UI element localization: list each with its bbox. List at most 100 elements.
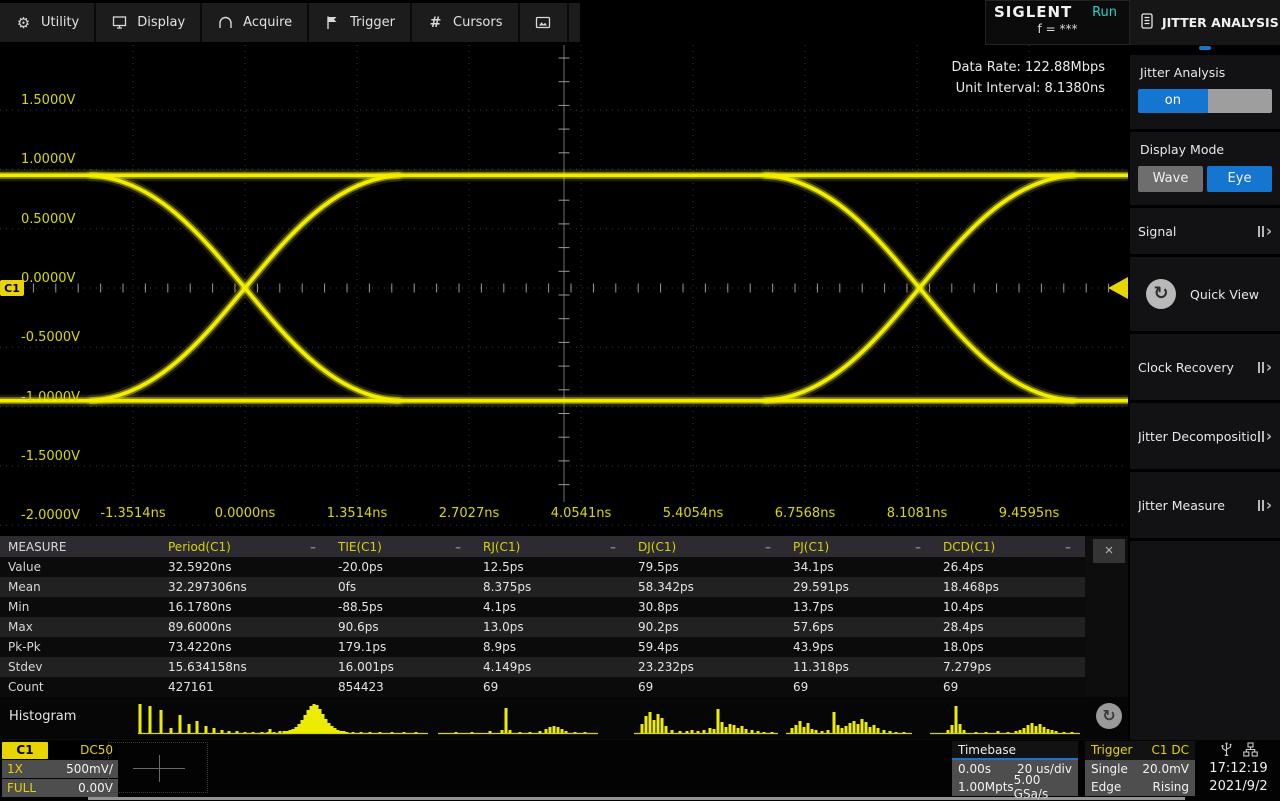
measure-row-label: Pk-Pk bbox=[0, 640, 160, 654]
timebase-panel[interactable]: Timebase 0.00s 20 us/div 1.00Mpts 5.00 G… bbox=[952, 741, 1078, 796]
jitter-analysis-label: Jitter Analysis bbox=[1140, 65, 1272, 80]
trigger-level: 20.0mV bbox=[1142, 762, 1189, 776]
menu-item-label: Utility bbox=[41, 15, 79, 30]
sidebar-title: JITTER ANALYSIS bbox=[1162, 15, 1279, 30]
measure-table: MEASUREPeriod(C1)–TIE(C1)–RJ(C1)–DJ(C1)–… bbox=[0, 536, 1085, 697]
y-axis-label: 0.0000V bbox=[21, 271, 75, 286]
measure-value: 4.149ps bbox=[475, 660, 630, 674]
x-axis-label: 9.4595ns bbox=[999, 506, 1060, 521]
clock-recovery-menu-item[interactable]: Clock Recovery › bbox=[1138, 341, 1272, 393]
menu-item-label: Cursors bbox=[453, 15, 503, 30]
signal-menu-item[interactable]: Signal › bbox=[1138, 215, 1272, 247]
measure-value: 23.232ps bbox=[630, 660, 785, 674]
menu-acquire[interactable]: Acquire bbox=[202, 3, 309, 42]
measure-row-value: Value32.5920ns-20.0ps12.5ps79.5ps34.1ps2… bbox=[0, 557, 1085, 577]
clock-recovery-section: Clock Recovery › bbox=[1130, 334, 1280, 400]
channel-1-badge[interactable]: C1 bbox=[2, 742, 48, 759]
collapse-dash-icon[interactable]: – bbox=[310, 540, 316, 554]
toggle-off[interactable] bbox=[1208, 89, 1272, 113]
measure-row-pk-pk: Pk-Pk73.4220ns179.1ps8.9ps59.4ps43.9ps18… bbox=[0, 637, 1085, 657]
measure-value: 11.318ps bbox=[785, 660, 935, 674]
histogram-label: Histogram bbox=[9, 709, 76, 724]
measure-row-count: Count42716185442369696969 bbox=[0, 677, 1085, 697]
datetime-panel[interactable]: 17:12:19 2021/9/2 bbox=[1197, 742, 1280, 796]
y-axis-label: 1.5000V bbox=[21, 93, 75, 108]
timebase-title: Timebase bbox=[958, 743, 1016, 757]
menu-item-label: Display bbox=[137, 15, 185, 30]
menu-cursors[interactable]: #Cursors bbox=[412, 3, 520, 42]
eye-diagram-plot[interactable]: C1 1.5000V1.0000V0.5000V0.0000V-0.5000V-… bbox=[0, 45, 1128, 535]
svg-text:C1: C1 bbox=[4, 282, 20, 295]
x-axis-label: 2.7027ns bbox=[439, 506, 500, 521]
measure-panel: MEASUREPeriod(C1)–TIE(C1)–RJ(C1)–DJ(C1)–… bbox=[0, 536, 1128, 740]
measure-column-header[interactable]: Period(C1)– bbox=[160, 540, 330, 554]
run-status[interactable]: Run bbox=[1092, 5, 1121, 20]
close-measure-button[interactable]: × bbox=[1093, 539, 1125, 563]
measure-column-header[interactable]: DCD(C1)– bbox=[935, 540, 1085, 554]
sidebar-header: JITTER ANALYSIS bbox=[1130, 0, 1280, 45]
y-axis-label: -0.5000V bbox=[21, 330, 80, 345]
quick-view-button[interactable]: ↻ Quick View bbox=[1138, 264, 1272, 324]
toggle-on[interactable]: on bbox=[1138, 89, 1208, 113]
display-icon bbox=[111, 15, 128, 30]
measure-column-header[interactable]: PJ(C1)– bbox=[785, 540, 935, 554]
measure-value: -20.0ps bbox=[330, 560, 475, 574]
measure-value: 90.2ps bbox=[630, 620, 785, 634]
menu-display[interactable]: Display bbox=[96, 3, 202, 42]
menu-trigger[interactable]: Trigger bbox=[309, 3, 412, 42]
menu-screenshot[interactable] bbox=[520, 3, 569, 42]
trigger-frequency-readout: f = *** bbox=[986, 22, 1129, 36]
collapse-dash-icon[interactable]: – bbox=[1065, 540, 1071, 554]
trigger-type: Edge bbox=[1091, 780, 1121, 794]
measure-value: 7.279ps bbox=[935, 660, 1085, 674]
measure-value: 79.5ps bbox=[630, 560, 785, 574]
measure-column-header[interactable]: DJ(C1)– bbox=[630, 540, 785, 554]
expand-arrow-icon: › bbox=[1258, 226, 1272, 237]
trigger-title: Trigger bbox=[1091, 743, 1132, 757]
trigger-level-marker[interactable] bbox=[1108, 277, 1128, 299]
x-axis-label: 5.4054ns bbox=[663, 506, 724, 521]
panel-indicator bbox=[1199, 46, 1211, 50]
reset-statistics-button[interactable]: ↻ bbox=[1096, 703, 1122, 729]
collapse-dash-icon[interactable]: – bbox=[765, 540, 771, 554]
trigger-panel[interactable]: Trigger C1 DC Single 20.0mV Edge Rising bbox=[1085, 741, 1195, 796]
measure-value: 13.0ps bbox=[475, 620, 630, 634]
quick-view-section: ↻ Quick View bbox=[1130, 257, 1280, 331]
jitter-decomposition-menu-item[interactable]: Jitter Decomposition › bbox=[1138, 410, 1272, 462]
measure-value: 43.9ps bbox=[785, 640, 935, 654]
clock-recovery-label: Clock Recovery bbox=[1138, 360, 1234, 375]
collapse-dash-icon[interactable]: – bbox=[610, 540, 616, 554]
collapse-dash-icon[interactable]: – bbox=[455, 540, 461, 554]
channel-1-panel[interactable]: C1 DC50 1X 500mV/ FULL 0.00V bbox=[2, 741, 118, 798]
collapse-dash-icon[interactable]: – bbox=[915, 540, 921, 554]
signal-label: Signal bbox=[1138, 224, 1176, 239]
measure-value: -88.5ps bbox=[330, 600, 475, 614]
measure-value: 29.591ps bbox=[785, 580, 935, 594]
x-axis-label: 4.0541ns bbox=[551, 506, 612, 521]
trigger-source: C1 DC bbox=[1152, 743, 1189, 757]
measure-row-label: Max bbox=[0, 620, 160, 634]
expand-arrow-icon: › bbox=[1258, 500, 1272, 511]
sidebar: JITTER ANALYSIS Jitter Analysis on Displ… bbox=[1130, 0, 1280, 740]
jitter-measure-menu-item[interactable]: Jitter Measure › bbox=[1138, 479, 1272, 531]
measure-column-header[interactable]: RJ(C1)– bbox=[475, 540, 630, 554]
siglent-logo: SIGLENT bbox=[994, 3, 1072, 21]
display-mode-label: Display Mode bbox=[1140, 142, 1272, 157]
measure-row-mean: Mean32.297306ns0fs8.375ps58.342ps29.591p… bbox=[0, 577, 1085, 597]
jitter-analysis-toggle[interactable]: on bbox=[1138, 89, 1272, 113]
data-rate-text: Data Rate: 122.88Mbps bbox=[952, 57, 1105, 78]
measure-column-header[interactable]: TIE(C1)– bbox=[330, 540, 475, 554]
histogram-canvas bbox=[0, 697, 1128, 739]
refresh-circle-icon: ↻ bbox=[1146, 279, 1176, 309]
eye-button[interactable]: Eye bbox=[1207, 166, 1272, 192]
wave-button[interactable]: Wave bbox=[1138, 166, 1203, 192]
jitter-analysis-section: Jitter Analysis on bbox=[1130, 55, 1280, 129]
menu-utility[interactable]: ⚙Utility bbox=[0, 3, 96, 42]
channel-2-empty-slot[interactable] bbox=[108, 742, 208, 793]
measure-value: 0fs bbox=[330, 580, 475, 594]
measure-value: 89.6000ns bbox=[160, 620, 330, 634]
screenshot-icon bbox=[535, 15, 552, 30]
expand-arrow-icon: › bbox=[1258, 431, 1272, 442]
measure-row-stdev: Stdev15.634158ns16.001ps4.149ps23.232ps1… bbox=[0, 657, 1085, 677]
acquire-icon bbox=[217, 15, 234, 30]
